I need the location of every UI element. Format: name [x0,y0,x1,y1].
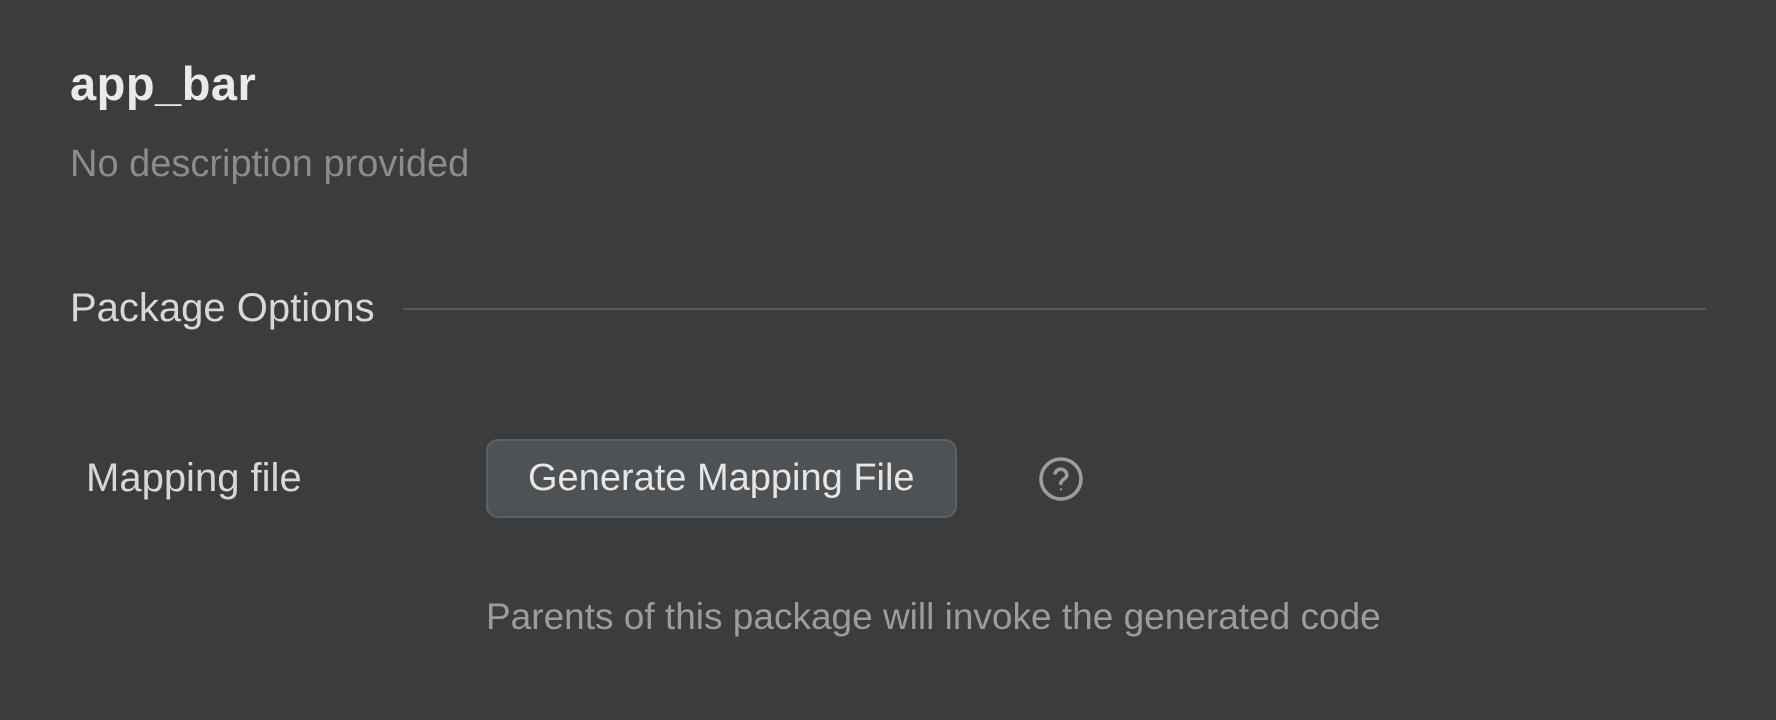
mapping-file-row: Mapping file Generate Mapping File [70,439,1706,518]
section-title: Package Options [70,286,375,331]
package-title: app_bar [70,56,1706,111]
mapping-file-label: Mapping file [86,456,486,501]
package-description: No description provided [70,143,1706,186]
package-panel: app_bar No description provided Package … [0,0,1776,638]
section-header: Package Options [70,286,1706,331]
mapping-file-hint: Parents of this package will invoke the … [70,596,1706,638]
generate-mapping-file-button[interactable]: Generate Mapping File [486,439,957,518]
help-icon[interactable] [1037,455,1085,503]
mapping-file-controls: Generate Mapping File [486,439,1085,518]
section-divider [403,308,1706,310]
